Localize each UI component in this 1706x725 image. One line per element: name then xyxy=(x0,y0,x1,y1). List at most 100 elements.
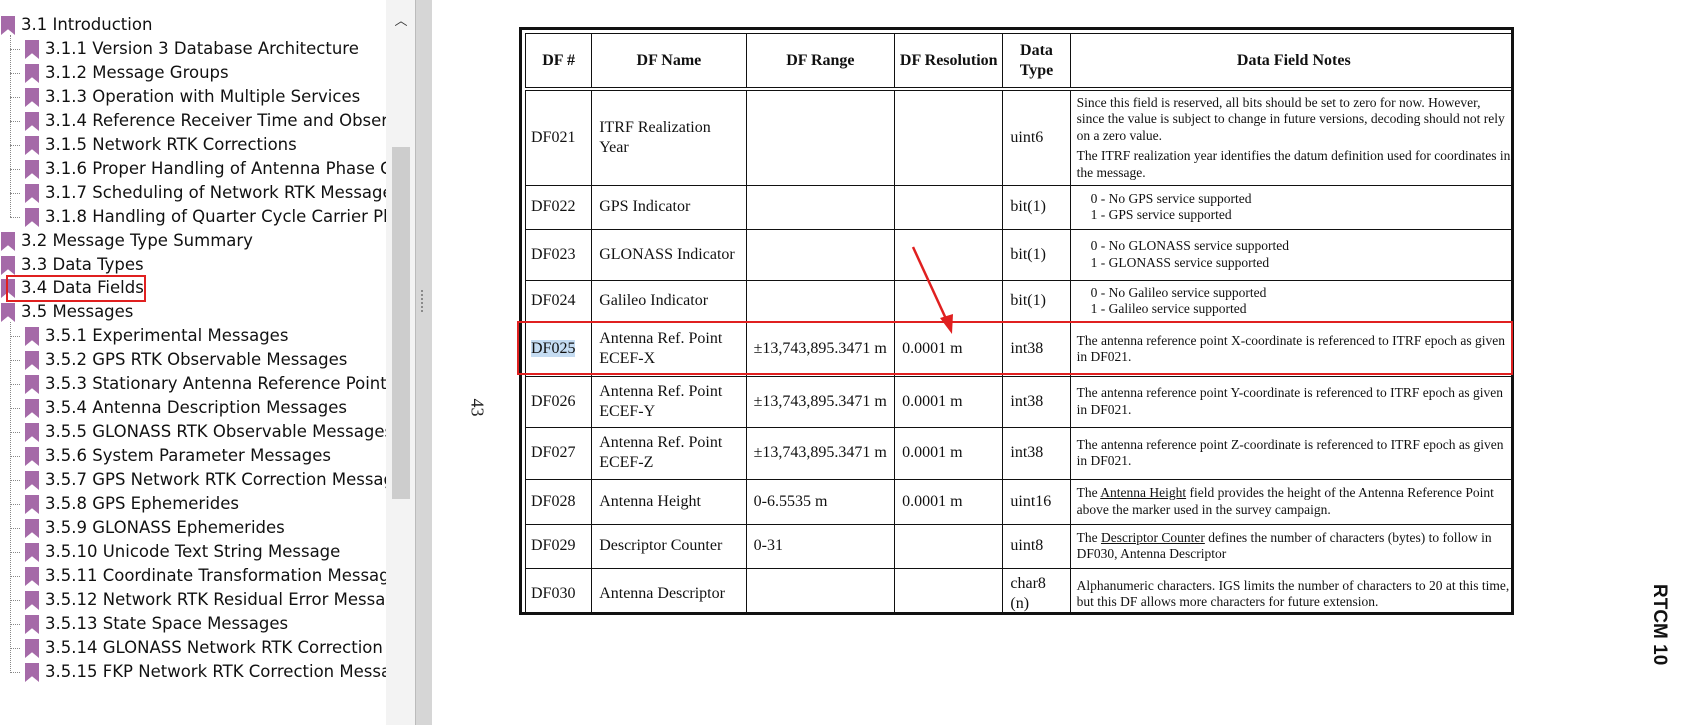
notes-line: 1 - GLONASS service supported xyxy=(1090,254,1270,270)
bookmark-label: 3.5.5 GLONASS RTK Observable Messages xyxy=(45,422,394,441)
scrollbar-thumb[interactable] xyxy=(392,147,410,499)
tree-connector xyxy=(10,97,20,98)
tree-connector xyxy=(10,35,11,217)
bookmark-label: 3.5.8 GPS Ephemerides xyxy=(45,494,240,513)
bookmark-label: 3.1.5 Network RTK Corrections xyxy=(45,135,297,154)
bookmark-icon xyxy=(25,519,39,538)
bookmark-label: 3.5.10 Unicode Text String Message xyxy=(45,542,341,561)
bookmark-icon xyxy=(25,639,39,658)
bookmark-label: 3.5 Messages xyxy=(21,302,134,321)
cell-notes: The Descriptor Counter defines the numbe… xyxy=(1069,523,1511,569)
cell-df-name: GLONASS Indicator xyxy=(591,228,747,281)
cell-df-name: Antenna Descriptor xyxy=(591,567,747,612)
notes-line: Alphanumeric characters. IGS limits the … xyxy=(1076,577,1510,610)
cell-data-type: bit(1) xyxy=(1002,279,1071,323)
cell-df-resolution: 0.0001 m xyxy=(894,426,1004,480)
cell-df-range: ±13,743,895.3471 m xyxy=(745,375,896,428)
notes-line: 0 - No Galileo service supported xyxy=(1090,284,1267,300)
bookmark-label: 3.3 Data Types xyxy=(21,255,144,274)
cell-df-num: DF026 xyxy=(524,375,593,428)
cell-df-name-text: Galileo Indicator xyxy=(599,292,709,309)
table-row: DF023 GLONASS Indicator bit(1) 0 - No GLONA… xyxy=(524,228,1511,281)
cell-df-resolution: 0.0001 m xyxy=(894,478,1004,525)
table-row: DF021 ITRF Realization Year uint6 Since thi… xyxy=(524,88,1511,186)
cell-data-type-text: bit(1) xyxy=(1010,198,1046,215)
bookmark-icon xyxy=(25,351,39,370)
bookmark-icon xyxy=(25,64,39,83)
bookmark-icon xyxy=(25,471,39,490)
bookmark-label: 3.2 Message Type Summary xyxy=(21,231,253,250)
cell-df-resolution: 0.0001 m xyxy=(894,375,1004,428)
header-df-name: DF Name xyxy=(591,33,747,90)
cell-df-num-text: DF021 xyxy=(531,128,576,146)
cell-data-type: char8 (n) xyxy=(1002,567,1071,612)
cell-data-type-text: uint16 xyxy=(1010,492,1052,510)
cell-df-resolution xyxy=(894,279,1004,323)
bookmark-label: 3.5.14 GLONASS Network RTK Correction Me… xyxy=(45,638,415,657)
cell-data-type: bit(1) xyxy=(1002,228,1071,281)
splitter-grip-icon[interactable] xyxy=(421,290,427,312)
cell-df-num: DF028 xyxy=(524,478,593,525)
cell-df-name: GPS Indicator xyxy=(591,184,747,230)
cell-df-range: ±13,743,895.3471 m xyxy=(745,426,896,480)
bookmark-icon xyxy=(25,136,39,155)
bookmark-label: 3.5.6 System Parameter Messages xyxy=(45,446,332,465)
tree-connector xyxy=(10,73,20,74)
cell-df-num-text: DF022 xyxy=(531,198,576,215)
tree-connector xyxy=(10,360,20,361)
bookmark-icon xyxy=(25,327,39,346)
cell-df-resolution xyxy=(894,523,1004,569)
cell-data-type: bit(1) xyxy=(1002,184,1071,230)
bookmark-label: 3.1.7 Scheduling of Network RTK Messages xyxy=(45,183,402,202)
cell-data-type-text: char8 (n) xyxy=(1010,575,1046,612)
table-row: DF027 Antenna Ref. Point ECEF-Z ±13,743,89… xyxy=(524,426,1511,480)
header-df-num: DF # xyxy=(524,33,593,90)
tree-connector xyxy=(10,336,20,337)
cell-df-num-text: DF030 xyxy=(531,585,576,602)
notes-line: The Antenna Height field provides the he… xyxy=(1077,485,1511,518)
cell-df-range-text: ±13,743,895.3471 m xyxy=(753,392,887,410)
cell-notes: Since this field is reserved, all bits s… xyxy=(1069,88,1511,186)
cell-df-range-text: 0-6.5535 m xyxy=(753,492,828,510)
table-row: DF026 Antenna Ref. Point ECEF-Y ±13,743,89… xyxy=(524,375,1511,428)
cell-notes: The antenna reference point Y-coordinate… xyxy=(1069,375,1511,428)
row-annotation-box xyxy=(517,321,1513,375)
tree-connector xyxy=(10,528,20,529)
table-header-row: DF # DF Name DF Range DF Resolution Data… xyxy=(524,33,1511,90)
bookmark-tree: 3.1 Introduction 3.1.1 Version 3 Database… xyxy=(0,0,415,725)
cell-df-name: Galileo Indicator xyxy=(591,279,747,323)
bookmark-icon xyxy=(25,88,39,107)
bookmark-label: 3.1.8 Handling of Quarter Cycle Carrier … xyxy=(45,207,415,226)
cell-df-num: DF027 xyxy=(524,426,593,480)
bookmark-icon xyxy=(1,256,15,275)
tree-connector xyxy=(10,648,20,649)
tree-connector xyxy=(10,624,20,625)
notes-line: The Descriptor Counter defines the numbe… xyxy=(1077,530,1511,563)
bookmark-label: 3.1.4 Reference Receiver Time and Observ… xyxy=(45,111,415,130)
cell-df-num: DF021 xyxy=(524,88,593,186)
cell-df-num-text: DF029 xyxy=(531,537,576,554)
panel-splitter[interactable] xyxy=(415,0,433,725)
bookmark-label: 3.5.12 Network RTK Residual Error Messag… xyxy=(45,590,415,609)
header-notes: Data Field Notes xyxy=(1069,33,1511,90)
tree-connector xyxy=(10,169,20,170)
notes-line: The ITRF realization year identifies the… xyxy=(1076,148,1511,180)
table-row: DF024 Galileo Indicator bit(1) 0 - No Galil… xyxy=(524,279,1511,323)
table-row: DF029 Descriptor Counter 0-31 uint8 The Desc… xyxy=(524,523,1511,569)
chevron-up-icon[interactable]: ︿ xyxy=(393,14,409,30)
cell-df-name-text: GPS Indicator xyxy=(599,198,691,215)
cell-df-resolution xyxy=(894,567,1004,612)
cell-df-num: DF023 xyxy=(524,228,593,281)
bookmark-icon xyxy=(25,375,39,394)
tree-connector xyxy=(10,384,20,385)
cell-df-name: Antenna Height xyxy=(591,478,747,525)
bookmark-label: 3.5.11 Coordinate Transformation Message… xyxy=(45,566,409,585)
bookmark-icon xyxy=(25,184,39,203)
cell-data-type: uint6 xyxy=(1002,88,1071,186)
bookmark-icon xyxy=(25,112,39,131)
bookmark-icon xyxy=(25,495,39,514)
cell-df-name-text: Descriptor Counter xyxy=(599,537,723,554)
cell-data-type-text: int38 xyxy=(1010,392,1044,410)
bookmark-label: 3.5.7 GPS Network RTK Correction Message… xyxy=(45,470,413,489)
bookmark-label: 3.5.15 FKP Network RTK Correction Messag… xyxy=(45,662,415,681)
